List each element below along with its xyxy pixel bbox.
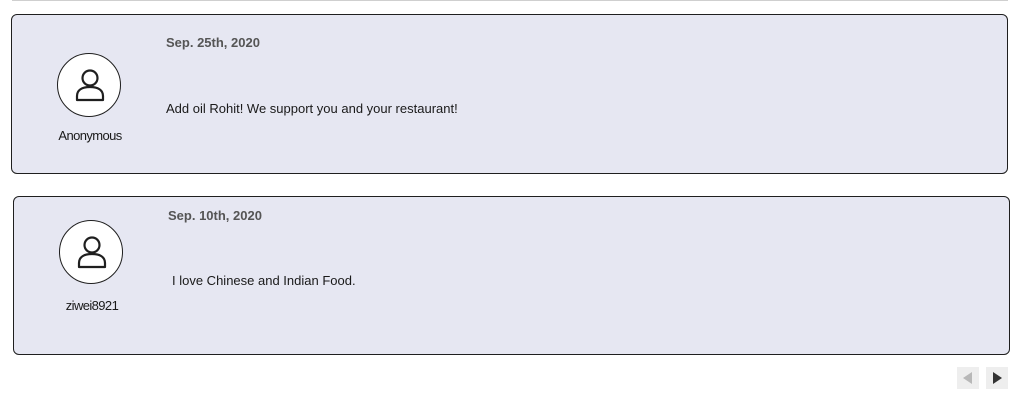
comment-card: Anonymous Sep. 25th, 2020 Add oil Rohit!… [11,14,1008,174]
comment-text: I love Chinese and Indian Food. [172,273,356,288]
comment-author: ziwei8921 [14,197,164,354]
previous-page-button[interactable] [957,367,979,389]
comment-date: Sep. 10th, 2020 [168,208,262,223]
user-icon [75,69,105,102]
comment-text: Add oil Rohit! We support you and your r… [166,101,458,116]
top-divider [12,0,1008,1]
triangle-left-icon [963,372,972,384]
user-icon [77,236,107,269]
avatar[interactable] [57,53,121,117]
comment-card: ziwei8921 Sep. 10th, 2020 I love Chinese… [13,196,1010,355]
next-page-button[interactable] [986,367,1008,389]
username[interactable]: Anonymous [15,128,165,143]
triangle-right-icon [993,372,1002,384]
comment-date: Sep. 25th, 2020 [166,35,260,50]
avatar[interactable] [59,220,123,284]
comment-author: Anonymous [12,15,162,173]
username[interactable]: ziwei8921 [17,298,167,313]
